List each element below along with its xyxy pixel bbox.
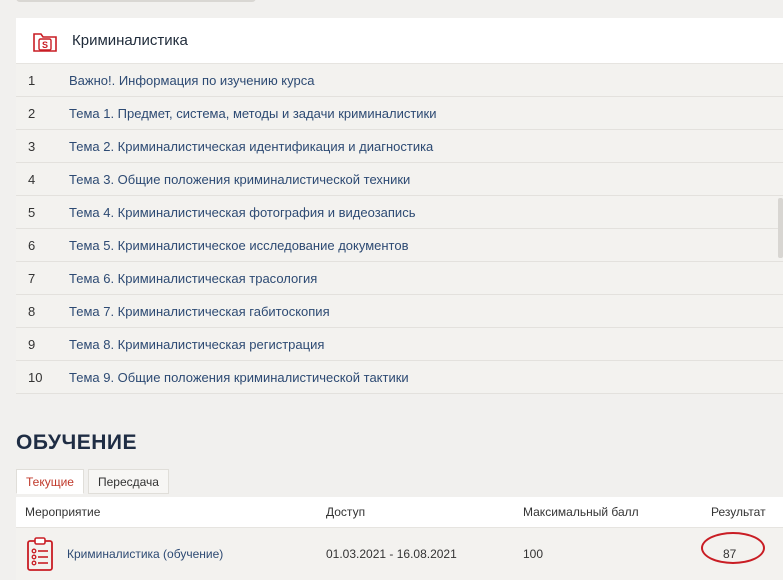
topic-number: 8 <box>28 303 36 319</box>
topic-row[interactable]: 3 Тема 2. Криминалистическая идентификац… <box>16 130 783 163</box>
topic-row[interactable]: 8 Тема 7. Криминалистическая габитоскопи… <box>16 295 783 328</box>
topic-number: 5 <box>28 204 36 220</box>
topic-number: 10 <box>28 369 43 385</box>
topic-link[interactable]: Тема 7. Криминалистическая габитоскопия <box>69 304 330 319</box>
course-card: S Криминалистика 1 Важно!. Информация по… <box>16 18 783 394</box>
topic-link[interactable]: Тема 9. Общие положения криминалистическ… <box>69 370 409 385</box>
topic-number: 7 <box>28 270 36 286</box>
access-cell: 01.03.2021 - 16.08.2021 <box>326 547 457 561</box>
topic-number: 9 <box>28 336 36 352</box>
topic-row[interactable]: 1 Важно!. Информация по изучению курса <box>16 64 783 97</box>
topic-link[interactable]: Тема 3. Общие положения криминалистическ… <box>69 172 410 187</box>
topic-link[interactable]: Тема 5. Криминалистическое исследование … <box>69 238 409 253</box>
topic-row[interactable]: 6 Тема 5. Криминалистическое исследовани… <box>16 229 783 262</box>
column-header-event: Мероприятие <box>25 505 101 519</box>
topic-number: 6 <box>28 237 36 253</box>
topic-number: 2 <box>28 105 36 121</box>
topic-link[interactable]: Важно!. Информация по изучению курса <box>69 73 314 88</box>
topic-link[interactable]: Тема 8. Криминалистическая регистрация <box>69 337 324 352</box>
result-highlight-circle <box>701 532 765 564</box>
column-header-result: Результат <box>711 505 766 519</box>
tab-current[interactable]: Текущие <box>16 469 84 494</box>
topic-list: 1 Важно!. Информация по изучению курса 2… <box>16 64 783 394</box>
section-title: ОБУЧЕНИЕ <box>16 431 137 454</box>
topic-row[interactable]: 4 Тема 3. Общие положения криминалистиче… <box>16 163 783 196</box>
max-score-cell: 100 <box>523 547 544 561</box>
table-row: Криминалистика (обучение) 01.03.2021 - 1… <box>16 528 783 580</box>
scrollbar[interactable] <box>778 198 783 258</box>
top-placeholder <box>16 0 256 2</box>
topic-row[interactable]: 2 Тема 1. Предмет, система, методы и зад… <box>16 97 783 130</box>
course-header: S Криминалистика <box>16 18 783 64</box>
table-header: Мероприятие Доступ Максимальный балл Рез… <box>16 497 783 528</box>
topic-link[interactable]: Тема 2. Криминалистическая идентификация… <box>69 139 433 154</box>
checklist-icon <box>27 537 53 571</box>
topic-row[interactable]: 5 Тема 4. Криминалистическая фотография … <box>16 196 783 229</box>
topic-number: 4 <box>28 171 36 187</box>
training-tabs: Текущие Пересдача <box>16 469 169 494</box>
course-title: Криминалистика <box>72 32 188 49</box>
topic-number: 1 <box>28 72 36 88</box>
topic-row[interactable]: 10 Тема 9. Общие положения криминалистич… <box>16 361 783 394</box>
topic-number: 3 <box>28 138 36 154</box>
course-folder-icon: S <box>33 32 57 52</box>
events-table: Мероприятие Доступ Максимальный балл Рез… <box>16 497 783 580</box>
topic-row[interactable]: 7 Тема 6. Криминалистическая трасология <box>16 262 783 295</box>
column-header-max-score: Максимальный балл <box>523 505 639 519</box>
svg-text:S: S <box>42 40 48 50</box>
event-cell: Криминалистика (обучение) <box>16 536 326 572</box>
topic-row[interactable]: 9 Тема 8. Криминалистическая регистрация <box>16 328 783 361</box>
column-header-access: Доступ <box>326 505 366 519</box>
topic-link[interactable]: Тема 6. Криминалистическая трасология <box>69 271 317 286</box>
topic-link[interactable]: Тема 4. Криминалистическая фотография и … <box>69 205 415 220</box>
topic-link[interactable]: Тема 1. Предмет, система, методы и задач… <box>69 106 437 121</box>
event-link[interactable]: Криминалистика (обучение) <box>67 547 223 561</box>
tab-retake[interactable]: Пересдача <box>87 469 169 494</box>
result-cell: 87 <box>701 532 783 564</box>
